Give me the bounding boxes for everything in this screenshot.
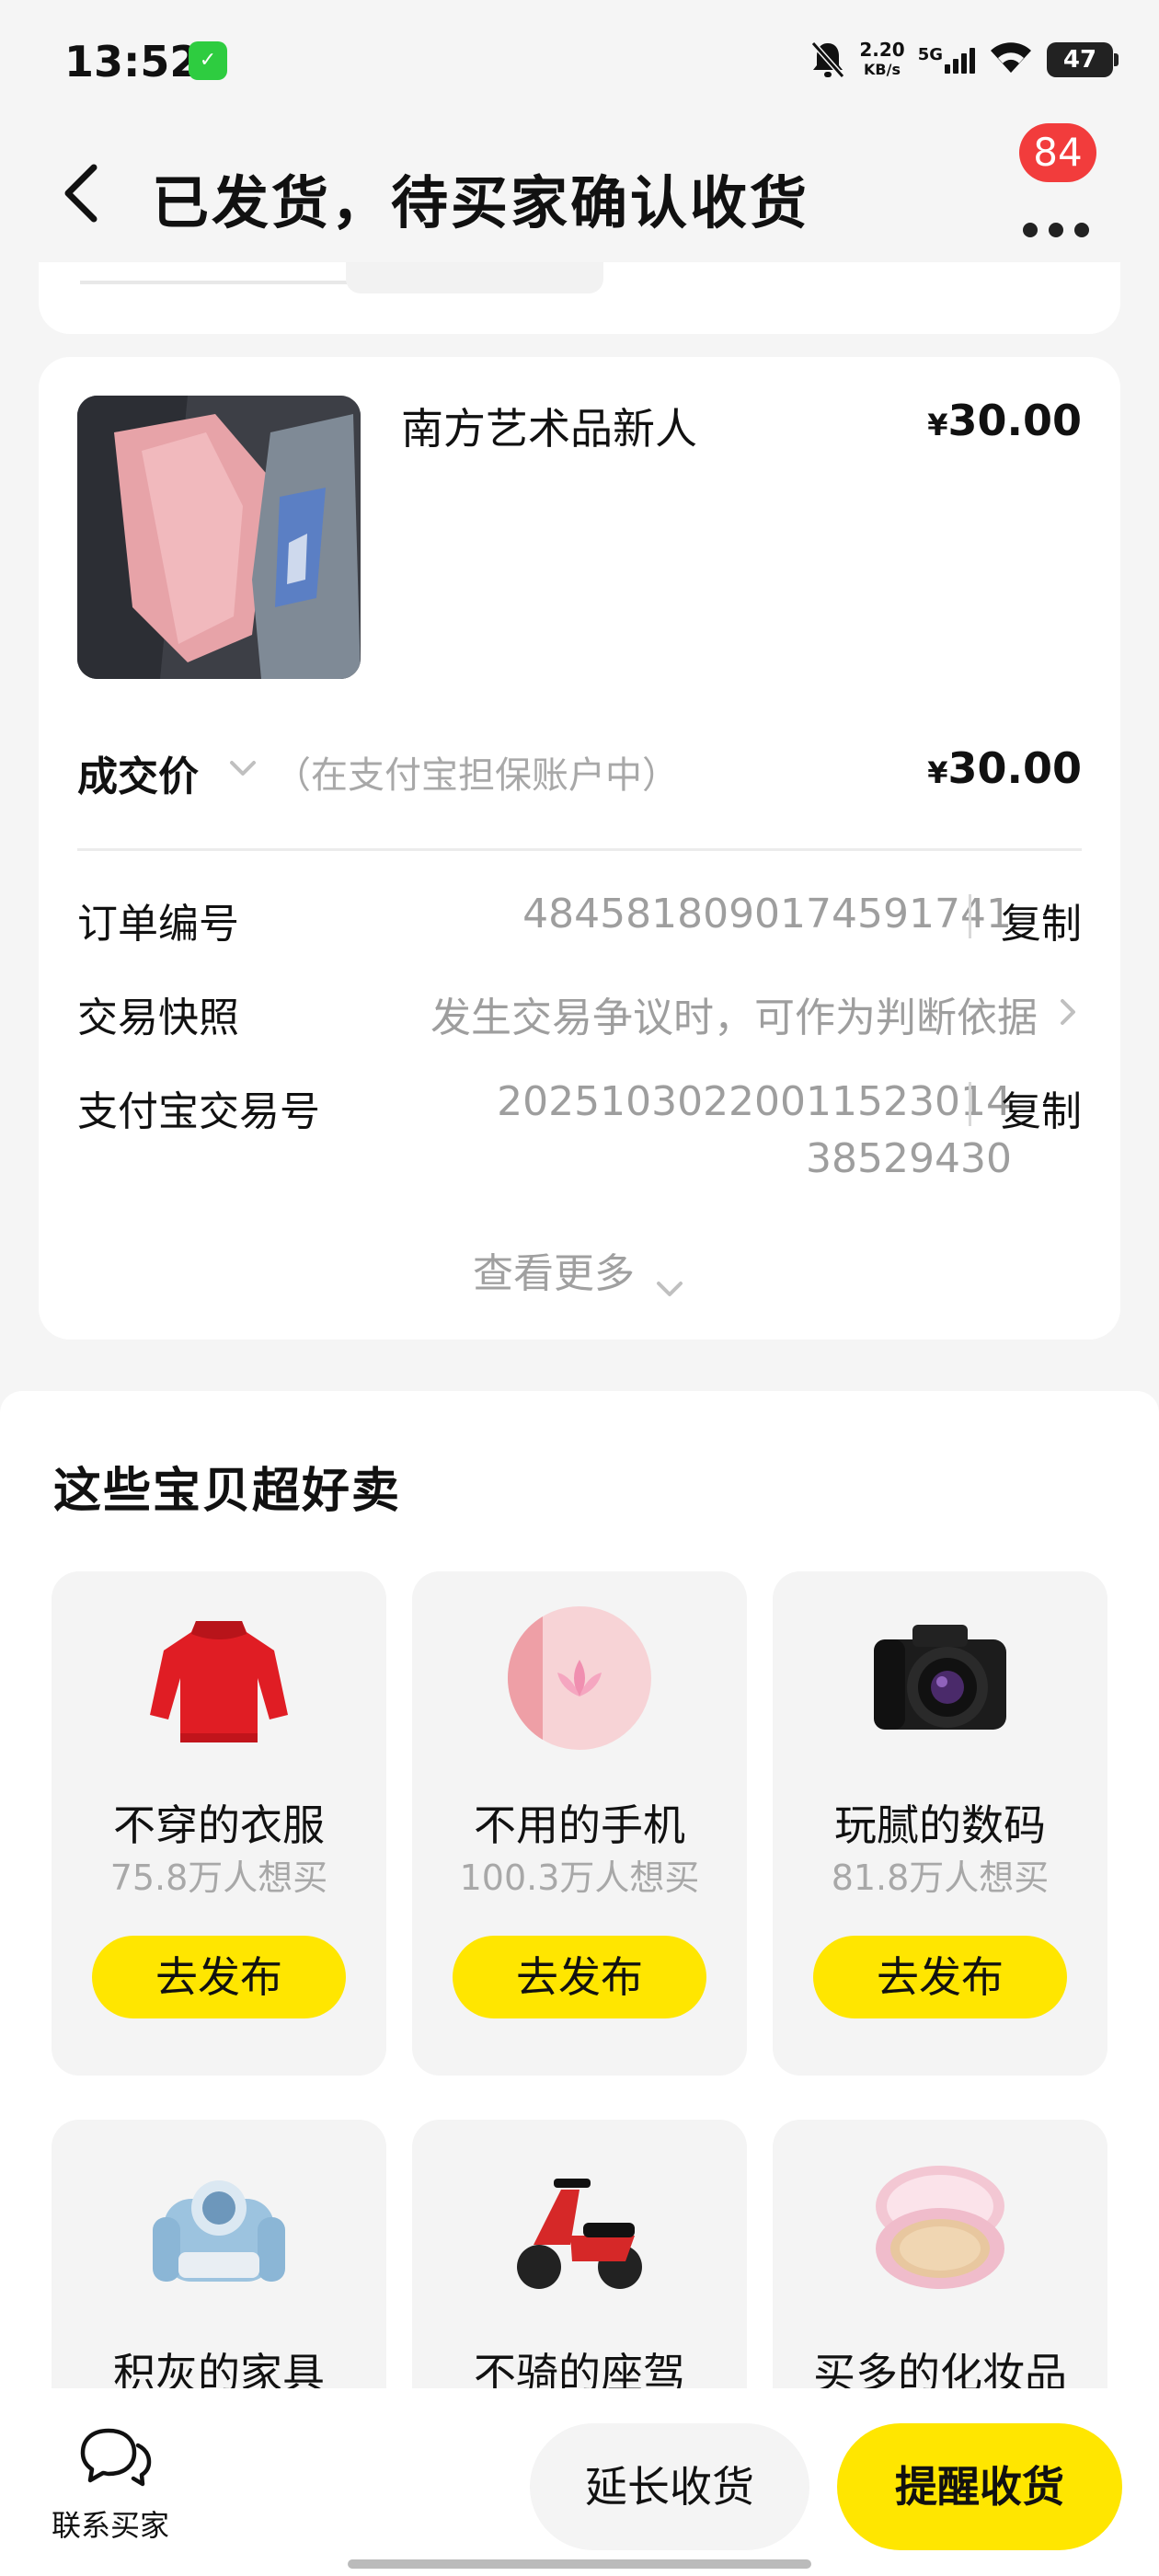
wifi-icon [988, 40, 1034, 80]
remnant-divider [80, 281, 365, 284]
phone-image [506, 1604, 653, 1752]
snapshot-value[interactable]: 发生交易争议时，可作为判断依据 [283, 984, 1038, 1043]
contact-buyer-label[interactable]: 联系买家 [52, 2502, 169, 2545]
chat-bubble-icon[interactable] [77, 2425, 155, 2490]
more-menu-button[interactable] [1012, 175, 1095, 239]
order-card: 南方艺术品新人 ¥30.00 成交价 （在支付宝担保账户中） ¥30.00 订单… [39, 357, 1120, 1340]
chevron-down-icon [653, 1264, 686, 1296]
camera-image [866, 1604, 1014, 1752]
alipay-trade-number-line2: 38529430 [806, 1135, 1012, 1182]
recommend-name: 不用的手机 [474, 1800, 685, 1850]
publish-button[interactable]: 去发布 [453, 1936, 706, 2018]
recommend-card-digital[interactable]: 玩腻的数码 81.8万人想买 去发布 [773, 1571, 1107, 2076]
order-number-value: 4845818090174591741 [522, 891, 1012, 937]
product-image[interactable] [77, 396, 361, 679]
previous-card-remnant [39, 262, 1120, 334]
home-indicator[interactable] [348, 2559, 811, 2569]
armchair-image [145, 2153, 293, 2300]
recommend-want-count: 81.8万人想买 [831, 1857, 1050, 1898]
copy-separator [969, 894, 971, 938]
scooter-image [506, 2153, 653, 2300]
status-bar: 13:52 ✓ 2.20 KB/s 5G 47 [0, 0, 1159, 129]
publish-button[interactable]: 去发布 [92, 1936, 346, 2018]
recommend-card-clothes[interactable]: 不穿的衣服 75.8万人想买 去发布 [52, 1571, 386, 2076]
recommend-want-count: 75.8万人想买 [109, 1857, 328, 1898]
chevron-down-icon[interactable] [226, 754, 259, 782]
status-time: 13:52 [64, 37, 200, 86]
copy-alipay-number-button[interactable]: 复制 [1001, 1078, 1082, 1137]
product-price: ¥30.00 [927, 396, 1082, 445]
copy-separator [969, 1082, 971, 1126]
chevron-left-icon [64, 164, 98, 223]
remnant-thumbnail [346, 262, 603, 293]
more-dots-icon [1023, 223, 1089, 237]
extend-receipt-button[interactable]: 延长收货 [530, 2423, 809, 2550]
notification-badge: 84 [1019, 123, 1096, 182]
bottom-action-bar: 联系买家 延长收货 提醒收货 [0, 2388, 1159, 2576]
deal-price-value: ¥30.00 [927, 743, 1082, 793]
page-title: 已发货，待买家确认收货 [152, 169, 810, 236]
recommend-title: 这些宝贝超好卖 [53, 1464, 402, 1519]
wechat-notification-icon: ✓ [189, 41, 227, 80]
order-number-label: 订单编号 [77, 901, 239, 948]
deal-price-label[interactable]: 成交价 [77, 743, 199, 802]
back-button[interactable] [55, 156, 110, 230]
sweater-image [145, 1604, 293, 1752]
copy-order-number-button[interactable]: 复制 [1001, 891, 1082, 949]
net-speed: 2.20 KB/s [859, 39, 905, 78]
product-title[interactable]: 南方艺术品新人 [401, 396, 697, 456]
nav-header: 已发货，待买家确认收货 [0, 129, 1159, 267]
battery-icon: 47 [1047, 42, 1119, 77]
card-divider [77, 848, 1082, 851]
view-more-button[interactable]: 查看更多 [39, 1240, 1120, 1299]
publish-button[interactable]: 去发布 [813, 1936, 1067, 2018]
recommend-want-count: 100.3万人想买 [459, 1857, 700, 1898]
snapshot-label: 交易快照 [77, 995, 239, 1041]
status-indicators: 2.20 KB/s 5G 47 [809, 37, 1119, 83]
recommend-name: 不穿的衣服 [113, 1800, 325, 1850]
recommend-name: 玩腻的数码 [834, 1800, 1046, 1850]
cellular-signal-icon: 5G [918, 46, 975, 74]
recommend-card-phone[interactable]: 不用的手机 100.3万人想买 去发布 [412, 1571, 747, 2076]
alipay-trade-label: 支付宝交易号 [77, 1088, 320, 1135]
chevron-right-icon[interactable] [1054, 994, 1082, 1030]
muted-bell-icon [809, 40, 846, 80]
deal-price-note: （在支付宝担保账户中） [274, 754, 679, 797]
alipay-trade-number-line1: 20251030220011523014 [497, 1078, 1012, 1125]
cushion-compact-image [866, 2153, 1014, 2300]
remind-receipt-button[interactable]: 提醒收货 [837, 2423, 1122, 2550]
